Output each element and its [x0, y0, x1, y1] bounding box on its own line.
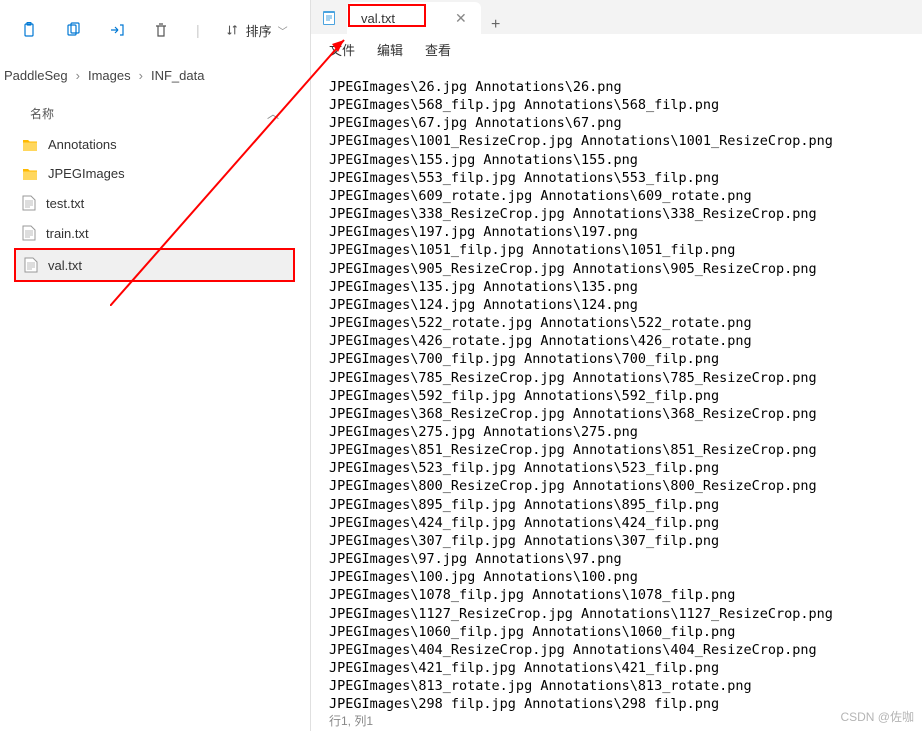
sort-dropdown[interactable]: 排序 ﹀ — [226, 21, 288, 40]
breadcrumb-part[interactable]: Images — [88, 68, 131, 83]
file-row-annotations[interactable]: Annotations — [14, 130, 295, 159]
new-tab-button[interactable]: + — [481, 16, 511, 34]
text-file-icon — [24, 257, 38, 273]
text-editor-pane: val.txt ✕ + 文件 编辑 查看 JPEGImages\26.jpg A… — [310, 0, 922, 731]
folder-icon — [22, 167, 38, 181]
menu-view[interactable]: 查看 — [425, 40, 451, 59]
breadcrumb-part[interactable]: PaddleSeg — [4, 68, 68, 83]
file-list: 名称 ︿ Annotations JPEGImages test.txt tra… — [0, 93, 309, 286]
sort-label: 排序 — [246, 21, 272, 40]
explorer-toolbar: | 排序 ﹀ — [0, 0, 309, 60]
status-bar: 行1, 列1 — [311, 710, 391, 731]
file-row-jpegimages[interactable]: JPEGImages — [14, 159, 295, 188]
file-label: train.txt — [46, 226, 89, 241]
file-row-train[interactable]: train.txt — [14, 218, 295, 248]
breadcrumb-part[interactable]: INF_data — [151, 68, 204, 83]
chevron-up-icon: ︿ — [267, 105, 279, 122]
annotation-box-tab — [348, 4, 426, 27]
column-name-header: 名称 — [30, 105, 54, 122]
text-file-icon — [22, 225, 36, 241]
file-label: Annotations — [48, 137, 117, 152]
file-list-header[interactable]: 名称 ︿ — [14, 97, 295, 130]
file-label: val.txt — [48, 258, 82, 273]
menu-edit[interactable]: 编辑 — [377, 40, 403, 59]
text-file-icon — [22, 195, 36, 211]
copy-icon[interactable] — [64, 21, 82, 39]
watermark: CSDN @佐咖 — [840, 708, 914, 725]
file-explorer-pane: | 排序 ﹀ PaddleSeg › Images › INF_data 名称 … — [0, 0, 309, 731]
notepad-icon — [319, 8, 339, 28]
delete-icon[interactable] — [152, 21, 170, 39]
file-row-test[interactable]: test.txt — [14, 188, 295, 218]
file-row-val[interactable]: val.txt — [14, 248, 295, 282]
toolbar-separator: | — [196, 22, 200, 38]
breadcrumb-separator: › — [76, 68, 80, 83]
file-label: JPEGImages — [48, 166, 125, 181]
text-content-area[interactable]: JPEGImages\26.jpg Annotations\26.png JPE… — [311, 64, 922, 713]
cursor-position: 行1, 列1 — [329, 714, 373, 728]
breadcrumb[interactable]: PaddleSeg › Images › INF_data — [0, 60, 309, 93]
breadcrumb-separator: › — [139, 68, 143, 83]
paste-icon[interactable] — [20, 21, 38, 39]
share-icon[interactable] — [108, 21, 126, 39]
close-icon[interactable]: ✕ — [455, 10, 467, 27]
chevron-down-icon: ﹀ — [278, 23, 288, 38]
editor-menu-bar: 文件 编辑 查看 — [311, 34, 922, 64]
menu-file[interactable]: 文件 — [329, 40, 355, 59]
file-label: test.txt — [46, 196, 84, 211]
folder-icon — [22, 138, 38, 152]
